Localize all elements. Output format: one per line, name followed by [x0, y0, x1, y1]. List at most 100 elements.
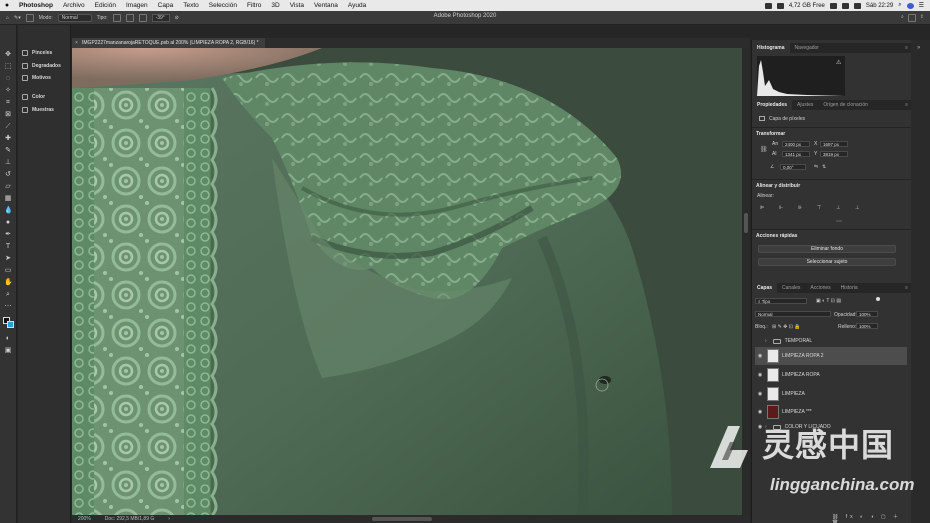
transform-title[interactable]: Transformar — [756, 131, 785, 137]
layer-row[interactable]: ◉ LIMPIEZA — [755, 385, 907, 403]
layer-row[interactable]: ◉ LIMPIEZA ROPA — [755, 366, 907, 384]
align-center-h-icon[interactable]: ⊩ — [779, 205, 783, 211]
path-selection-icon[interactable]: ➤ — [4, 255, 12, 263]
align-left-icon[interactable]: ⊫ — [760, 205, 764, 211]
menu-ventana[interactable]: Ventana — [309, 2, 343, 9]
type-icon[interactable] — [112, 13, 121, 22]
shape-tool-icon[interactable]: ▭ — [4, 267, 12, 275]
document-info[interactable]: Doc: 292,5 MB/1,89 G — [105, 516, 154, 522]
menu-archivo[interactable]: Archivo — [58, 2, 90, 9]
scrollbar-thumb[interactable] — [744, 213, 748, 233]
dock-motivos[interactable]: Motivos — [22, 73, 51, 82]
mode-select[interactable]: Normal — [57, 13, 92, 22]
pressure-icon[interactable]: ⊘ — [175, 15, 179, 21]
eye-icon[interactable]: ◉ — [755, 372, 765, 378]
quick-selection-icon[interactable]: ✧ — [4, 87, 12, 95]
battery-icon[interactable] — [841, 2, 849, 9]
tab-origen-clonacion[interactable]: Origen de clonación — [818, 100, 872, 110]
chevron-right-icon[interactable]: › — [765, 338, 767, 344]
menu-seleccion[interactable]: Selección — [204, 2, 242, 9]
search-icon[interactable]: ⌕ — [898, 2, 901, 9]
history-brush-icon[interactable]: ↺ — [4, 171, 12, 179]
dock-color[interactable]: Color — [22, 92, 45, 101]
quick-actions-title[interactable]: Acciones rápidas — [756, 233, 797, 239]
background-color-swatch[interactable] — [7, 321, 14, 328]
status-app-icon[interactable] — [764, 2, 772, 9]
flip-vertical-icon[interactable]: ⇅ — [822, 164, 826, 170]
clock[interactable]: Sáb 22:29 — [866, 3, 893, 9]
lock-icons[interactable]: ⊞ ✎ ✥ ⊡ 🔒 — [772, 324, 801, 330]
angle-icon[interactable] — [138, 13, 147, 22]
eye-icon[interactable]: ◉ — [755, 409, 765, 415]
x-input[interactable]: 1697 px — [820, 141, 848, 147]
type-tool-icon[interactable]: T — [4, 243, 12, 251]
dock-pinceles[interactable]: Pinceles — [22, 48, 52, 57]
apple-icon[interactable]: ● — [0, 2, 14, 9]
tab-canales[interactable]: Canales — [777, 283, 805, 293]
menu-filtro[interactable]: Filtro — [242, 2, 266, 9]
user-avatar[interactable] — [906, 2, 914, 9]
warning-icon[interactable]: ⚠ — [836, 59, 841, 66]
gradient-tool-icon[interactable]: ▦ — [4, 195, 12, 203]
frame-tool-icon[interactable]: ⊠ — [4, 111, 12, 119]
rotation-input[interactable]: 0,00° — [780, 164, 806, 170]
tab-propiedades[interactable]: Propiedades — [752, 100, 793, 110]
align-bottom-icon[interactable]: ⊥ — [855, 205, 859, 211]
select-subject-button[interactable]: Seleccionar sujeto — [758, 258, 896, 266]
tab-histograma[interactable]: Histograma — [752, 43, 790, 53]
zoom-tool-icon[interactable]: ⌕ — [4, 291, 12, 299]
align-middle-icon[interactable]: ⊥ — [836, 205, 840, 211]
dock-muestras[interactable]: Muestras — [22, 105, 54, 114]
dock-degradados[interactable]: Degradados — [22, 61, 61, 70]
marquee-tool-icon[interactable]: ⬚ — [4, 63, 12, 71]
menu-edicion[interactable]: Edición — [90, 2, 121, 9]
layer-filter-select[interactable]: ⌕ Tipo — [755, 298, 807, 304]
image-canvas[interactable] — [72, 48, 742, 515]
fill-input[interactable]: 100% — [856, 323, 878, 329]
clone-stamp-icon[interactable]: ⊥ — [4, 159, 12, 167]
align-title[interactable]: Alinear y distribuir — [756, 183, 800, 189]
height-input[interactable]: 1341 px — [782, 151, 810, 157]
screen-mode-icon[interactable]: ▣ — [4, 347, 12, 355]
brush-tool-preset-icon[interactable]: ✎▾ — [14, 15, 21, 21]
dodge-tool-icon[interactable]: ● — [4, 219, 12, 227]
blur-tool-icon[interactable]: 💧 — [4, 207, 13, 215]
tab-ajustes[interactable]: Ajustes — [792, 100, 818, 110]
blend-mode-select[interactable]: Normal — [755, 311, 831, 317]
align-top-icon[interactable]: ⊤ — [817, 205, 821, 211]
brush-tool-icon[interactable]: ✎ — [4, 147, 12, 155]
filter-pixel-icon[interactable]: ▣ ◐ T ⊡ ▤ — [816, 298, 841, 304]
more-tools-icon[interactable]: ⋯ — [4, 303, 12, 311]
lasso-tool-icon[interactable]: ◌ — [4, 75, 12, 83]
status-app-icon[interactable] — [776, 2, 784, 9]
healing-brush-icon[interactable]: ✚ — [4, 135, 12, 143]
search-icon[interactable]: ⌕ — [901, 14, 904, 22]
eye-icon[interactable]: ◉ — [755, 391, 765, 397]
menu-photoshop[interactable]: Photoshop — [14, 2, 58, 9]
tab-historia[interactable]: Historia — [836, 283, 863, 293]
remove-background-button[interactable]: Eliminar fondo — [758, 245, 896, 253]
eyedropper-icon[interactable]: ⟋ — [4, 123, 12, 131]
menu-capa[interactable]: Capa — [153, 2, 179, 9]
menu-ayuda[interactable]: Ayuda — [343, 2, 371, 9]
collapse-icon[interactable]: » — [917, 45, 920, 51]
hand-tool-icon[interactable]: ✋ — [4, 279, 13, 287]
menu-list-icon[interactable]: ☰ — [919, 2, 924, 9]
menu-imagen[interactable]: Imagen — [121, 2, 153, 9]
share-icon[interactable]: ⇪ — [920, 14, 924, 22]
crop-tool-icon[interactable]: ⌗ — [4, 99, 12, 107]
wifi-icon[interactable] — [829, 2, 837, 9]
eraser-icon[interactable]: ▱ — [4, 183, 12, 191]
width-input[interactable]: 2400 px — [782, 141, 810, 147]
link-icon[interactable]: ⛓ — [760, 146, 768, 153]
home-icon[interactable]: ⌂ — [6, 15, 9, 21]
more-options-icon[interactable]: ⋯ — [836, 218, 842, 225]
close-icon[interactable]: × — [75, 38, 78, 48]
menu-3d[interactable]: 3D — [266, 2, 284, 9]
tab-navegador[interactable]: Navegador — [790, 43, 824, 53]
sample-all-icon[interactable] — [125, 13, 134, 22]
storage-readout[interactable]: 4,72 GB Free — [789, 3, 825, 9]
canvas-horizontal-scrollbar[interactable] — [372, 517, 432, 521]
document-tab[interactable]: × IMGP2227manzanarojaRETOQUE.psb al 200%… — [72, 38, 265, 48]
flip-horizontal-icon[interactable]: ⇋ — [814, 164, 818, 170]
